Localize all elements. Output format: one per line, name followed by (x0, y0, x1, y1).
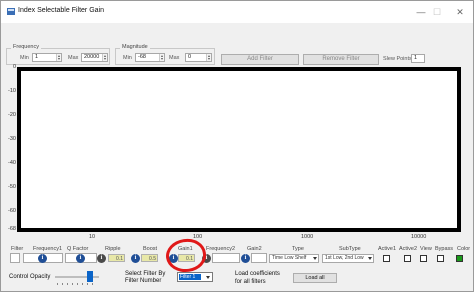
color-swatch[interactable] (456, 255, 463, 262)
ripple-value[interactable]: 0.1 (108, 254, 125, 262)
minimize-button[interactable]: — (413, 5, 429, 19)
slew-points-label: Slew Points (383, 56, 412, 62)
bypass-checkbox[interactable] (437, 255, 444, 262)
q-factor-info-icon[interactable]: i (76, 254, 85, 263)
frequency-min-spin[interactable] (56, 54, 61, 61)
y-tick-label: -30 (8, 136, 16, 142)
boost-value[interactable]: 0.5 (141, 254, 158, 262)
load-all-button[interactable]: Load all (293, 273, 337, 283)
x-tick-label: 1000 (301, 234, 314, 240)
y-tick-label: -10 (8, 88, 16, 94)
x-tick-label: 10 (89, 234, 96, 240)
slew-points-input[interactable]: 1 (411, 54, 425, 63)
frequency1-info-icon[interactable]: i (38, 254, 47, 263)
magnitude-max-spin[interactable] (206, 54, 211, 61)
opacity-slider-ticks (57, 283, 97, 285)
magnitude-min-spin[interactable] (159, 54, 164, 61)
frequency2-cell[interactable] (212, 253, 240, 263)
header-active2: Active2 (399, 246, 418, 252)
close-button[interactable]: ✕ (452, 5, 468, 19)
type-dropdown[interactable]: Time Low Shelf (269, 254, 319, 263)
load-coefficients-label-1: Load coefficients (235, 271, 280, 277)
active2-checkbox[interactable] (404, 255, 411, 262)
window-title: Index Selectable Filter Gain (18, 7, 104, 14)
header-frequency2: Frequency2 (206, 246, 236, 252)
gain2-info-icon[interactable]: i (241, 254, 250, 263)
magnitude-min-input[interactable]: -68 (135, 53, 165, 62)
frequency-max-spin[interactable] (102, 54, 107, 61)
header-view: View (420, 246, 432, 252)
app-icon (7, 8, 15, 15)
control-opacity-label: Control Opacity (9, 274, 51, 280)
remove-filter-button[interactable]: Remove Filter (303, 54, 379, 65)
chevron-down-icon (368, 257, 372, 260)
select-filter-label-1: Select Filter By (125, 271, 166, 277)
header-q-factor: Q Factor (67, 246, 89, 252)
header-bypass: Bypass (435, 246, 454, 252)
load-coefficients-label-2: for all filters (235, 279, 266, 285)
magnitude-max-input[interactable]: 0 (185, 53, 212, 62)
chevron-down-icon (313, 257, 317, 260)
header-boost: Boost (143, 246, 158, 252)
y-tick-label: -20 (8, 112, 16, 118)
y-tick-label: -50 (8, 184, 16, 190)
frequency-max-label: Max (68, 55, 79, 61)
title-bar: Index Selectable Filter Gain — ☐ ✕ (1, 1, 473, 23)
ripple-info-icon[interactable]: i (97, 254, 106, 263)
opacity-slider-thumb[interactable] (87, 271, 93, 282)
magnitude-min-label: Min (123, 55, 132, 61)
header-subtype: SubType (339, 246, 361, 252)
select-filter-label-2: Filter Number (125, 278, 162, 284)
frequency-response-plot[interactable] (17, 67, 461, 232)
header-gain2: Gain2 (247, 246, 262, 252)
magnitude-group-label: Magnitude (120, 44, 150, 50)
active1-checkbox[interactable] (383, 255, 390, 262)
maximize-button[interactable]: ☐ (429, 5, 445, 19)
subtype-dropdown[interactable]: 1st Low, 2nd Low (322, 254, 374, 263)
gain2-cell[interactable] (251, 253, 267, 263)
header-frequency1: Frequency1 (33, 246, 63, 252)
header-active1: Active1 (378, 246, 397, 252)
frequency-max-input[interactable]: 20000 (81, 53, 108, 62)
annotation-circle (163, 236, 209, 275)
x-tick-label: 10000 (411, 234, 427, 240)
header-filter: Filter (11, 246, 24, 252)
y-tick-label: -68 (8, 226, 16, 232)
y-tick-label: -40 (8, 160, 16, 166)
frequency-group-label: Frequency (11, 44, 41, 50)
header-type: Type (292, 246, 304, 252)
chevron-down-icon (206, 276, 210, 279)
frequency-min-input[interactable]: 1 (32, 53, 62, 62)
header-ripple: Ripple (105, 246, 121, 252)
y-tick-label: -60 (8, 208, 16, 214)
selected-filter: Filter 1 (179, 274, 201, 280)
view-checkbox[interactable] (420, 255, 427, 262)
boost-info-icon[interactable]: i (131, 254, 140, 263)
add-filter-button[interactable]: Add Filter (221, 54, 299, 65)
header-color: Color (457, 246, 471, 252)
main-window: Index Selectable Filter Gain — ☐ ✕ Frequ… (0, 0, 474, 292)
y-tick-label: 0 (12, 64, 16, 70)
magnitude-max-label: Max (169, 55, 180, 61)
filter-number-select[interactable]: Filter 1 (177, 272, 213, 282)
filter-row-selector[interactable] (10, 253, 20, 263)
frequency-min-label: Min (20, 55, 29, 61)
